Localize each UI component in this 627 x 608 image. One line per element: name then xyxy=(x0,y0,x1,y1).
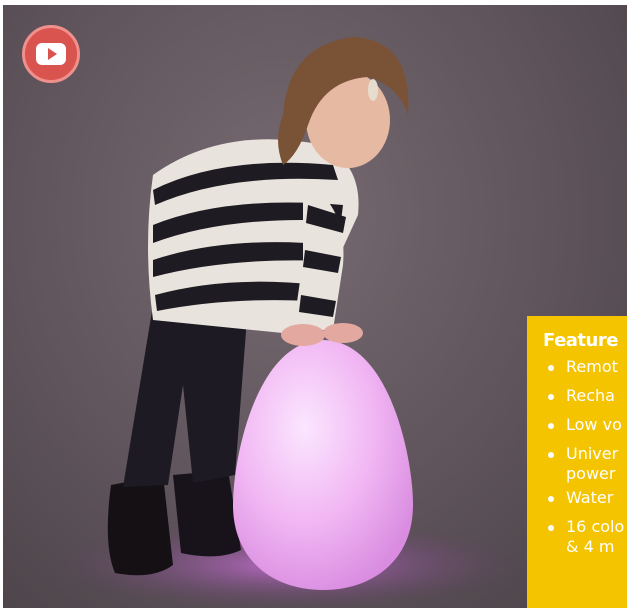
right-hand xyxy=(323,323,363,343)
left-boot xyxy=(107,475,173,576)
list-item: Recha xyxy=(543,386,627,406)
video-play-button[interactable] xyxy=(22,25,80,83)
features-heading: Feature xyxy=(543,330,618,351)
list-item: Remot xyxy=(543,357,627,377)
list-item: 16 colo & 4 m xyxy=(543,517,627,557)
legs xyxy=(123,305,248,487)
features-list: Remot Recha Low vo Univer power Water 16… xyxy=(543,357,627,557)
list-item: Univer power xyxy=(543,444,627,484)
glowing-egg xyxy=(233,340,413,590)
product-image-frame: Feature Remot Recha Low vo Univer power … xyxy=(0,0,627,608)
list-item: Low vo xyxy=(543,415,627,435)
right-boot xyxy=(173,470,241,557)
youtube-play-icon xyxy=(36,43,66,65)
list-item: Water xyxy=(543,488,627,508)
striped-sweater xyxy=(148,139,359,335)
left-hand xyxy=(281,324,325,346)
hair-clip xyxy=(368,79,378,101)
features-panel: Feature Remot Recha Low vo Univer power … xyxy=(527,316,627,608)
